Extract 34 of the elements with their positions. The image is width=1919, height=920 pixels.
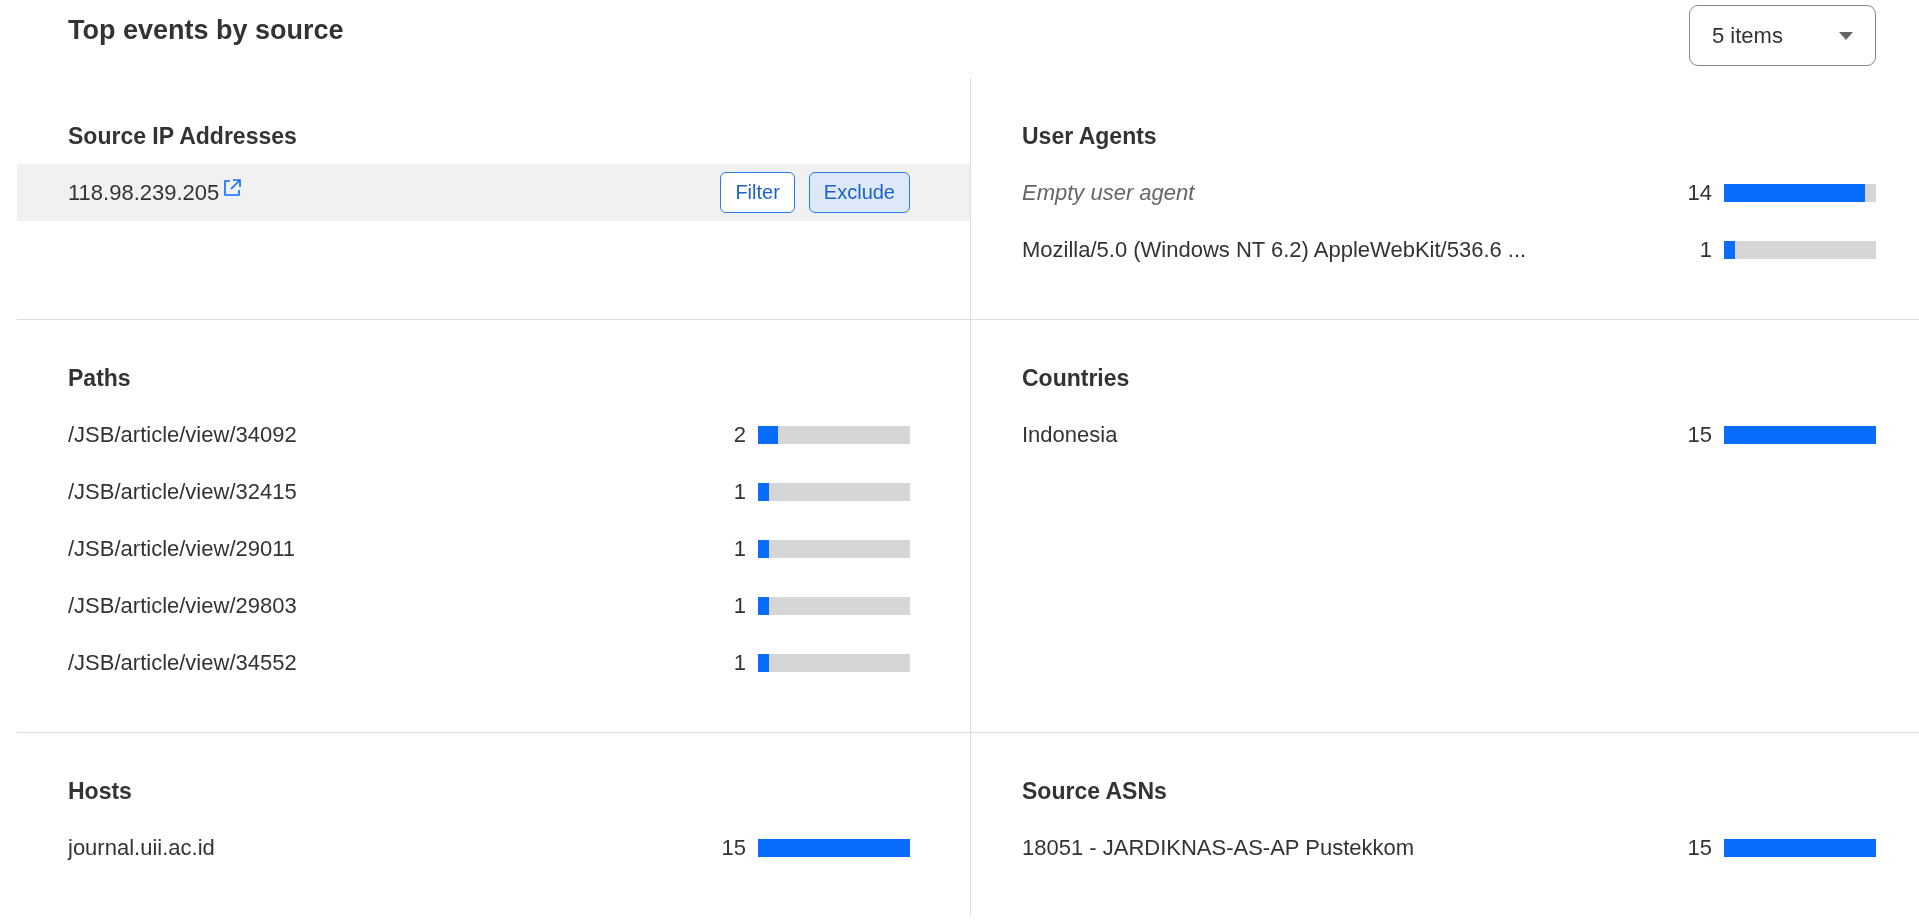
item-count: 1 xyxy=(733,649,746,676)
item-count: 15 xyxy=(1687,421,1712,448)
item-label: journal.uii.ac.id xyxy=(68,834,216,861)
action-button[interactable]: Exclude xyxy=(808,172,910,213)
section-title: Paths xyxy=(68,364,132,393)
item-label: /JSB/article/view/29011 xyxy=(68,535,297,562)
section-title: User Agents xyxy=(1022,122,1158,151)
panel-title: Top events by source xyxy=(68,15,344,46)
caret-icon xyxy=(1839,31,1853,40)
item-count: 14 xyxy=(1687,179,1712,206)
item-count: 1 xyxy=(1699,236,1712,263)
section-title: Source ASNs xyxy=(1022,777,1168,806)
item-count: 1 xyxy=(733,535,746,562)
item-count: 15 xyxy=(1687,834,1712,861)
item-count: 2 xyxy=(733,421,746,448)
item-label: /JSB/article/view/29803 xyxy=(68,592,298,619)
item-count: 15 xyxy=(721,834,746,861)
section-title: Countries xyxy=(1022,364,1131,393)
item-label: 18051 - JARDIKNAS-AS-AP Pustekkom xyxy=(1022,834,1416,861)
item-label: /JSB/article/view/34092 xyxy=(68,421,298,448)
items-dropdown[interactable]: 5 items xyxy=(1689,5,1876,66)
address-row[interactable]: 118.98.239.205 Filter Exclude xyxy=(17,164,970,221)
item-label: /JSB/article/view/32415 xyxy=(68,478,298,505)
action-button[interactable]: Filter xyxy=(720,172,795,213)
item-label: Indonesia xyxy=(1022,421,1119,448)
ip-address: 118.98.239.205 xyxy=(68,179,220,206)
external-link-icon[interactable] xyxy=(223,178,242,197)
item-label: Empty user agent xyxy=(1022,179,1196,206)
item-count: 1 xyxy=(733,592,746,619)
section-title: Source IP Addresses xyxy=(68,122,298,151)
item-label: Mozilla/5.0 (Windows NT 6.2) AppleWebKit/536.6 ... xyxy=(1022,236,1528,263)
section-title: Hosts xyxy=(68,777,133,806)
item-count: 1 xyxy=(733,478,746,505)
item-label: /JSB/article/view/34552 xyxy=(68,649,298,676)
